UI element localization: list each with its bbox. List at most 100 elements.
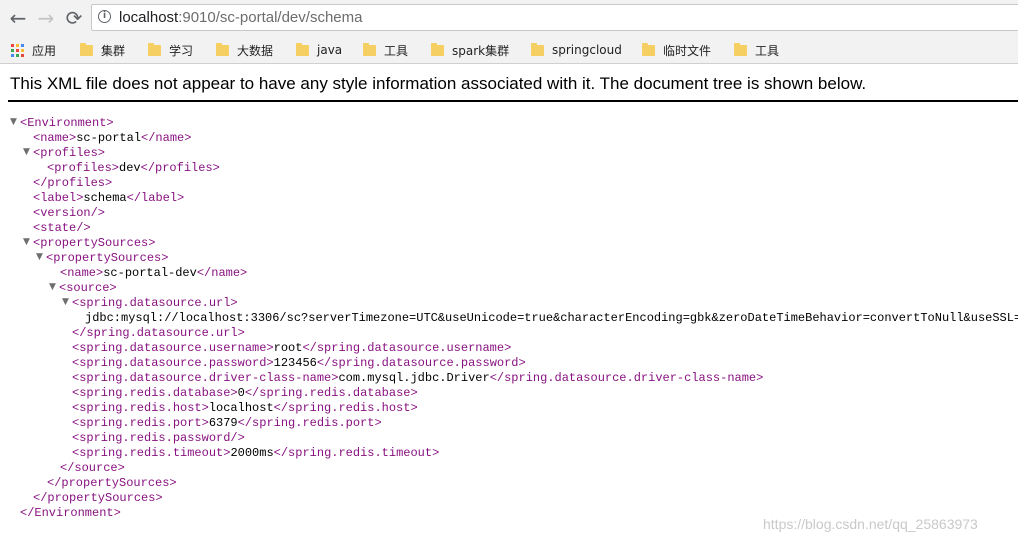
xml-tag: <propertySources> [33,236,156,250]
xml-line: <spring.redis.host>localhost</spring.red… [72,401,418,416]
xml-tag: <state/> [33,221,91,235]
xml-tag: <label> [33,191,84,205]
xml-line: ▼ <Environment> [10,116,114,131]
xml-tag: <spring.redis.database> [72,386,238,400]
xml-tag: </source> [60,461,125,475]
bookmark-label: 应用 [32,43,57,58]
collapse-triangle-icon[interactable]: ▼ [36,252,43,262]
bookmark-folder[interactable]: 集群 [80,41,125,59]
bookmark-folder[interactable]: spark集群 [431,41,509,59]
xml-tag: <spring.datasource.driver-class-name> [72,371,339,385]
xml-tag: <spring.datasource.url> [72,296,238,310]
folder-icon [363,42,376,56]
xml-line: </source> [60,461,125,476]
xml-text: com.mysql.jdbc.Driver [338,371,490,385]
folder-icon [531,42,544,56]
xml-line: <profiles>dev</profiles> [47,161,220,176]
xml-tag: <spring.datasource.username> [72,341,274,355]
watermark: https://blog.csdn.net/qq_25863973 [763,516,978,532]
bookmark-label: 大数据 [237,43,274,58]
xml-tag: <version/> [33,206,106,220]
apps-grid-icon [11,43,24,57]
xml-tag: <profiles> [33,146,106,160]
xml-line: ▼ <propertySources> [36,251,168,266]
xml-line: </profiles> [33,176,112,191]
xml-tag: <Environment> [20,116,114,130]
xml-tag: <spring.redis.port> [72,416,209,430]
folder-icon [148,42,161,56]
bookmark-label: 集群 [101,43,126,58]
xml-line: <label>schema</label> [33,191,184,206]
xml-tag: </spring.datasource.url> [72,326,245,340]
xml-tag: </profiles> [33,176,113,190]
xml-tag: <name> [33,131,77,145]
bookmark-label: 临时文件 [663,43,712,58]
xml-tag: <spring.datasource.password> [72,356,274,370]
xml-text: jdbc:mysql://localhost:3306/sc?serverTim… [85,311,1018,325]
xml-line: </Environment> [20,506,121,521]
xml-line: <spring.redis.port>6379</spring.redis.po… [72,416,382,431]
folder-icon [296,42,309,56]
xml-tag: </spring.redis.port> [237,416,382,430]
collapse-triangle-icon[interactable]: ▼ [62,297,69,307]
xml-tag: </spring.redis.host> [273,401,418,415]
xml-tag: </name> [141,131,192,145]
bookmark-folder[interactable]: 工具 [734,41,779,59]
xml-line: jdbc:mysql://localhost:3306/sc?serverTim… [85,311,1018,326]
xml-line: <spring.redis.database>0</spring.redis.d… [72,386,418,401]
collapse-triangle-icon[interactable]: ▼ [23,237,30,247]
xml-text: 6379 [208,416,238,430]
reload-icon[interactable]: ⟳ [63,7,85,29]
bookmark-label: spark集群 [452,43,510,58]
collapse-triangle-icon[interactable]: ▼ [10,117,17,127]
xml-line: <name>sc-portal-dev</name> [60,266,247,281]
folder-icon [431,42,444,56]
xml-line: </propertySources> [33,491,163,506]
xml-text: 2000ms [230,446,274,460]
bookmark-folder[interactable]: 大数据 [216,41,273,59]
xml-tag: </spring.redis.database> [244,386,418,400]
xml-line: ▼ <propertySources> [23,236,155,251]
folder-icon [216,42,229,56]
xml-tag: <profiles> [47,161,120,175]
bookmark-label: 工具 [755,43,780,58]
bookmark-folder[interactable]: 学习 [148,41,193,59]
forward-arrow-icon[interactable]: → [35,7,57,29]
xml-line: <name>sc-portal</name> [33,131,191,146]
url-text[interactable]: localhost:9010/sc-portal/dev/schema [119,9,362,26]
xml-style-notice: This XML file does not appear to have an… [10,74,867,93]
bookmark-folder[interactable]: java [296,41,342,59]
xml-text: 123456 [273,356,317,370]
bookmark-folder[interactable]: 工具 [363,41,408,59]
collapse-triangle-icon[interactable]: ▼ [23,147,30,157]
xml-line: <state/> [33,221,91,236]
xml-text: 0 [237,386,245,400]
bookmark-label: 工具 [384,43,409,58]
bookmark-folder[interactable]: 临时文件 [642,41,711,59]
bookmark-apps[interactable]: 应用 [11,41,56,59]
xml-text: dev [119,161,141,175]
url-path: :9010/sc-portal/dev/schema [178,9,363,26]
browser-toolbar: ← → ⟳ i localhost:9010/sc-portal/dev/sch… [0,0,1018,36]
collapse-triangle-icon[interactable]: ▼ [49,282,56,292]
xml-line: <spring.datasource.username>root</spring… [72,341,511,356]
xml-line: ▼ <spring.datasource.url> [62,296,238,311]
bookmark-folder[interactable]: springcloud [531,41,622,59]
xml-line: <spring.redis.timeout>2000ms</spring.red… [72,446,439,461]
xml-text: sc-portal-dev [103,266,197,280]
xml-tag: </propertySources> [33,491,163,505]
xml-text: schema [83,191,127,205]
xml-line: </spring.datasource.url> [72,326,245,341]
xml-tag: <name> [60,266,104,280]
folder-icon [80,42,93,56]
xml-tag: </spring.redis.timeout> [273,446,440,460]
address-bar[interactable]: i localhost:9010/sc-portal/dev/schema [91,4,1018,31]
xml-tag: </profiles> [140,161,220,175]
xml-text: localhost [208,401,274,415]
xml-tag: <spring.redis.timeout> [72,446,231,460]
xml-line: <spring.datasource.driver-class-name>com… [72,371,763,386]
info-icon[interactable]: i [98,10,111,23]
xml-tag: </name> [196,266,248,280]
xml-tag: </spring.datasource.driver-class-name> [489,371,764,385]
back-arrow-icon[interactable]: ← [7,7,29,29]
